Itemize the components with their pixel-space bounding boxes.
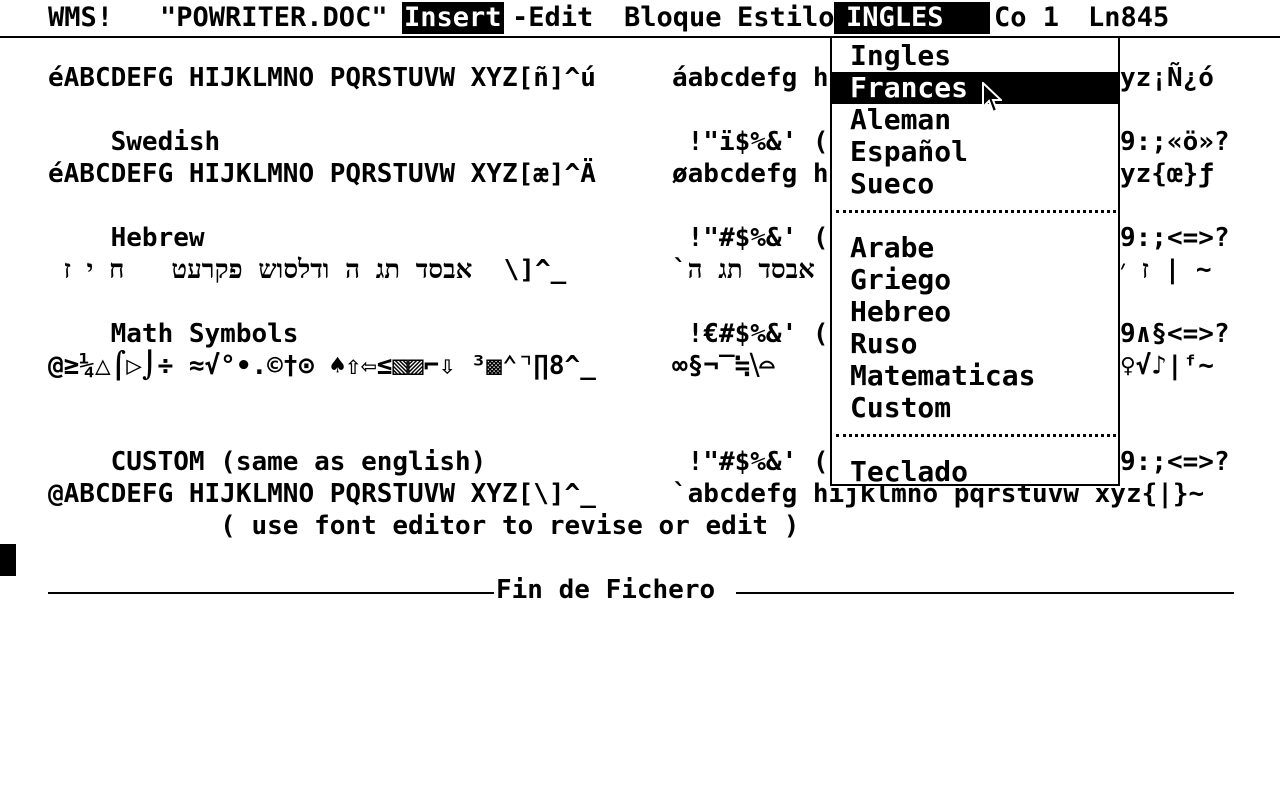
- menu-estilo[interactable]: Estilo: [737, 2, 835, 34]
- text-cursor: [0, 544, 16, 576]
- text-line: 9:;«ö»?: [1120, 127, 1230, 157]
- menu-item-arabe[interactable]: Arabe: [832, 232, 1120, 264]
- menu-separator: [836, 434, 1116, 437]
- menu-item-teclado[interactable]: Teclado: [832, 456, 1120, 488]
- text-line: 9∧§<=>?: [1120, 319, 1230, 349]
- language-dropdown: Ingles Frances Aleman Español Sueco Arab…: [830, 38, 1120, 488]
- text-line: áabcdefg h: [672, 63, 829, 93]
- menu-separator: [836, 210, 1116, 213]
- menu-item-matematicas[interactable]: Matematicas: [832, 360, 1120, 392]
- section-heading: CUSTOM (same as english): [48, 447, 487, 477]
- text-line: 9:;<=>?: [1120, 223, 1230, 253]
- line-indicator: Ln845: [1088, 2, 1170, 33]
- menu-bloque[interactable]: Bloque: [624, 2, 722, 34]
- menu-item-griego[interactable]: Griego: [832, 264, 1120, 296]
- menu-item-sueco[interactable]: Sueco: [832, 168, 1120, 200]
- section-heading: Swedish: [48, 127, 221, 157]
- end-divider-right: [736, 592, 1234, 594]
- text-line: !€#$%&' (: [672, 319, 829, 349]
- text-line: !"ï$%&' (: [672, 127, 829, 157]
- document-filename: "POWRITER.DOC": [160, 2, 388, 33]
- text-line: ♀√♪|ᶠ~: [1120, 351, 1214, 381]
- text-line: ז ׳ | ~: [1120, 255, 1212, 285]
- menu-item-custom[interactable]: Custom: [832, 392, 1120, 424]
- end-divider-left: [48, 592, 494, 594]
- arrow-pointer-icon: [982, 82, 1002, 114]
- text-line: `אבסד תג ה: [672, 255, 815, 285]
- menu-language[interactable]: INGLES: [834, 2, 990, 34]
- text-line: yz¡Ñ¿ó: [1120, 63, 1214, 93]
- text-line: 9:;<=>?: [1120, 447, 1230, 477]
- menu-bar: WMS! "POWRITER.DOC" Insert -Edit Bloque …: [0, 0, 1280, 38]
- text-line: !"#$%&' (: [672, 447, 829, 477]
- text-line: éABCDEFG HIJKLMNO PQRSTUVW XYZ[ñ]^ú: [48, 63, 596, 93]
- menu-item-frances[interactable]: Frances: [832, 72, 1120, 104]
- text-line: øabcdefg h: [672, 159, 829, 189]
- text-line: @≥¼△⌠▷⌡÷ ≈√°•.©†⊙ ♠⇧⇦≤▧▨⌐⇩ ³▩⌃⌝∏8^_: [48, 351, 596, 381]
- text-line: ( use font editor to revise or edit ): [48, 511, 800, 541]
- text-line: @ABCDEFG HIJKLMNO PQRSTUVW XYZ[\]^_: [48, 479, 596, 509]
- app-name[interactable]: WMS!: [48, 2, 113, 34]
- section-heading: Math Symbols: [48, 319, 299, 349]
- menu-item-hebreo[interactable]: Hebreo: [832, 296, 1120, 328]
- text-line: éABCDEFG HIJKLMNO PQRSTUVW XYZ[æ]^Ä: [48, 159, 596, 189]
- menu-item-ruso[interactable]: Ruso: [832, 328, 1120, 360]
- insert-mode-indicator[interactable]: Insert: [402, 2, 504, 34]
- text-line: אבסד תג ה ודלסוש פקרעט ח י ז \]^_: [48, 255, 567, 285]
- menu-item-espanol[interactable]: Español: [832, 136, 1120, 168]
- menu-item-aleman[interactable]: Aleman: [832, 104, 1120, 136]
- text-line: yz{œ}ƒ: [1120, 159, 1214, 189]
- end-of-file-label: Fin de Fichero: [496, 575, 716, 605]
- menu-item-ingles[interactable]: Ingles: [832, 40, 1120, 72]
- text-line: !"#$%&' (: [672, 223, 829, 253]
- text-line: ∞§¬‾≒⧹⌓: [672, 351, 775, 381]
- column-indicator: Co 1: [994, 2, 1060, 33]
- menu-edit[interactable]: -Edit: [512, 2, 593, 34]
- section-heading: Hebrew: [48, 223, 205, 253]
